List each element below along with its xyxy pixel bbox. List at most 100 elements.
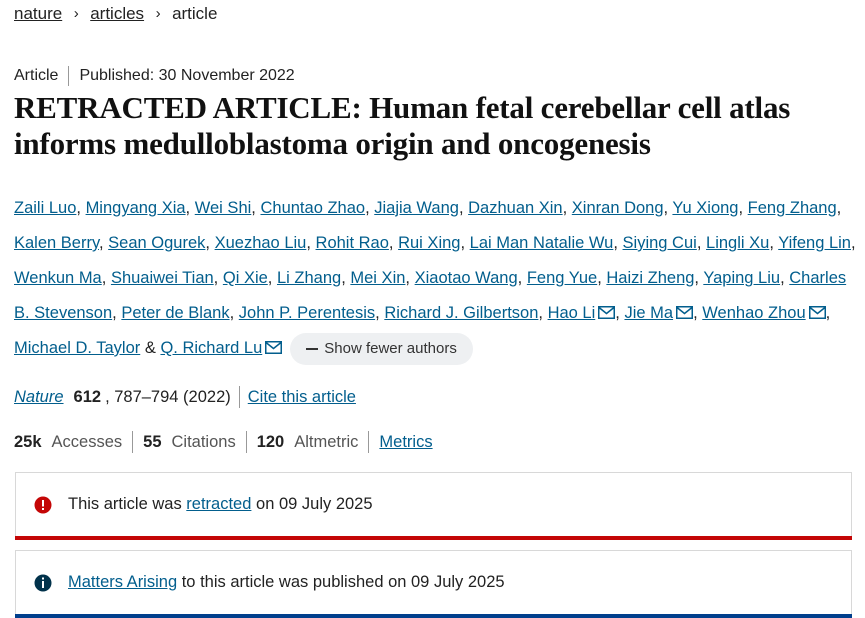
author-link[interactable]: Chuntao Zhao xyxy=(260,199,365,217)
author-link[interactable]: Xinran Dong xyxy=(572,199,664,217)
altmetric-count: 120 xyxy=(256,432,285,451)
author-separator: , xyxy=(538,304,543,322)
breadcrumb-link-articles[interactable]: articles xyxy=(90,4,144,24)
author-link[interactable]: Dazhuan Xin xyxy=(468,199,562,217)
breadcrumb-current: article xyxy=(172,4,218,23)
author-link[interactable]: Wenkun Ma xyxy=(14,269,102,287)
author-separator: , xyxy=(365,199,370,217)
email-icon[interactable] xyxy=(265,341,283,354)
author-separator: , xyxy=(375,304,380,322)
author-link[interactable]: Kalen Berry xyxy=(14,234,99,252)
author-link[interactable]: Qi Xie xyxy=(223,269,268,287)
info-icon xyxy=(34,574,52,591)
author-link[interactable]: John P. Perentesis xyxy=(239,304,375,322)
divider xyxy=(245,431,247,453)
show-fewer-authors-button[interactable]: Show fewer authors xyxy=(290,332,473,365)
author-link[interactable]: Mei Xin xyxy=(350,269,405,287)
matters-arising-text-post: to this article was published on 09 July… xyxy=(181,573,505,591)
author-link[interactable]: Zaili Luo xyxy=(14,199,76,217)
author-separator: , xyxy=(388,234,394,252)
matters-arising-notice: Matters Arising to this article was publ… xyxy=(15,550,852,618)
email-icon[interactable] xyxy=(598,306,616,319)
author-separator: , xyxy=(663,199,669,217)
author-link[interactable]: Mingyang Xia xyxy=(86,199,186,217)
article-meta: Article Published: 30 November 2022 xyxy=(14,66,295,86)
author-link[interactable]: Feng Zhang xyxy=(748,199,837,217)
author-link[interactable]: Xuezhao Liu xyxy=(215,234,307,252)
retracted-link[interactable]: retracted xyxy=(186,495,251,513)
author-link[interactable]: Lai Man Natalie Wu xyxy=(470,234,614,252)
matters-arising-text: Matters Arising to this article was publ… xyxy=(68,573,505,592)
author-separator: , xyxy=(780,269,785,287)
author-joiner: & xyxy=(144,339,156,357)
author-link[interactable]: Hao Li xyxy=(548,304,596,322)
breadcrumb-link-nature[interactable]: nature xyxy=(14,4,62,24)
email-icon[interactable] xyxy=(676,306,694,319)
author-link[interactable]: Jie Ma xyxy=(624,304,673,322)
author-separator: , xyxy=(517,269,523,287)
author-separator: , xyxy=(185,199,191,217)
author-link[interactable]: Shuaiwei Tian xyxy=(111,269,214,287)
volume: 612 xyxy=(73,387,102,406)
published-date: Published: 30 November 2022 xyxy=(79,67,295,84)
author-separator: , xyxy=(613,234,618,252)
author-link[interactable]: Yifeng Lin xyxy=(778,234,851,252)
author-link[interactable]: Q. Richard Lu xyxy=(160,339,262,357)
altmetric-label: Altmetric xyxy=(294,432,359,451)
author-link[interactable]: Yu Xiong xyxy=(672,199,738,217)
author-link[interactable]: Yaping Liu xyxy=(703,269,780,287)
retraction-text: This article was retracted on 09 July 20… xyxy=(68,495,373,514)
author-separator: , xyxy=(267,269,273,287)
chevron-right-icon: › xyxy=(155,5,161,22)
pages-year: , 787–794 (2022) xyxy=(105,387,231,406)
author-separator: , xyxy=(460,234,466,252)
author-separator: , xyxy=(341,269,346,287)
author-link[interactable]: Feng Yue xyxy=(527,269,597,287)
retraction-notice: This article was retracted on 09 July 20… xyxy=(15,472,852,540)
accesses-count: 25k xyxy=(14,432,42,451)
email-icon[interactable] xyxy=(808,306,826,319)
author-separator: , xyxy=(229,304,235,322)
author-link[interactable]: Sean Ogurek xyxy=(108,234,205,252)
matters-arising-link[interactable]: Matters Arising xyxy=(68,573,177,591)
author-separator: , xyxy=(98,234,104,252)
divider xyxy=(368,431,370,453)
author-link[interactable]: Richard J. Gilbertson xyxy=(384,304,538,322)
author-separator: , xyxy=(850,234,856,252)
author-separator: , xyxy=(693,304,698,322)
author-link[interactable]: Haizi Zheng xyxy=(606,269,694,287)
divider xyxy=(68,66,70,86)
author-link[interactable]: Siying Cui xyxy=(623,234,697,252)
matters-arising-bar xyxy=(15,614,852,618)
author-separator: , xyxy=(694,269,700,287)
metrics-link[interactable]: Metrics xyxy=(379,433,432,452)
retraction-text-post: on 09 July 2025 xyxy=(256,495,373,513)
author-separator: , xyxy=(76,199,81,217)
author-link[interactable]: Wenhao Zhou xyxy=(702,304,805,322)
author-link[interactable]: Lingli Xu xyxy=(706,234,769,252)
author-link[interactable]: Xiaotao Wang xyxy=(415,269,518,287)
author-link[interactable]: Jiajia Wang xyxy=(374,199,459,217)
author-separator: , xyxy=(405,269,411,287)
author-separator: , xyxy=(205,234,210,252)
minus-icon xyxy=(306,347,319,350)
journal-link[interactable]: Nature xyxy=(14,388,64,407)
error-icon xyxy=(34,496,52,513)
retraction-text-pre: This article was xyxy=(68,495,182,513)
show-fewer-authors-label: Show fewer authors xyxy=(324,339,457,357)
author-separator: , xyxy=(738,199,744,217)
author-link[interactable]: Li Zhang xyxy=(277,269,341,287)
author-link[interactable]: Michael D. Taylor xyxy=(14,339,140,357)
cite-article-link[interactable]: Cite this article xyxy=(248,388,356,407)
author-link[interactable]: Rui Xing xyxy=(398,234,460,252)
citations-count: 55 xyxy=(143,432,162,451)
author-separator: , xyxy=(562,199,568,217)
divider xyxy=(132,431,134,453)
author-separator: , xyxy=(696,234,702,252)
author-separator: , xyxy=(213,269,219,287)
author-separator: , xyxy=(615,304,620,322)
article-type: Article xyxy=(14,67,59,84)
author-link[interactable]: Wei Shi xyxy=(195,199,252,217)
author-link[interactable]: Rohit Rao xyxy=(316,234,389,252)
author-link[interactable]: Peter de Blank xyxy=(121,304,229,322)
